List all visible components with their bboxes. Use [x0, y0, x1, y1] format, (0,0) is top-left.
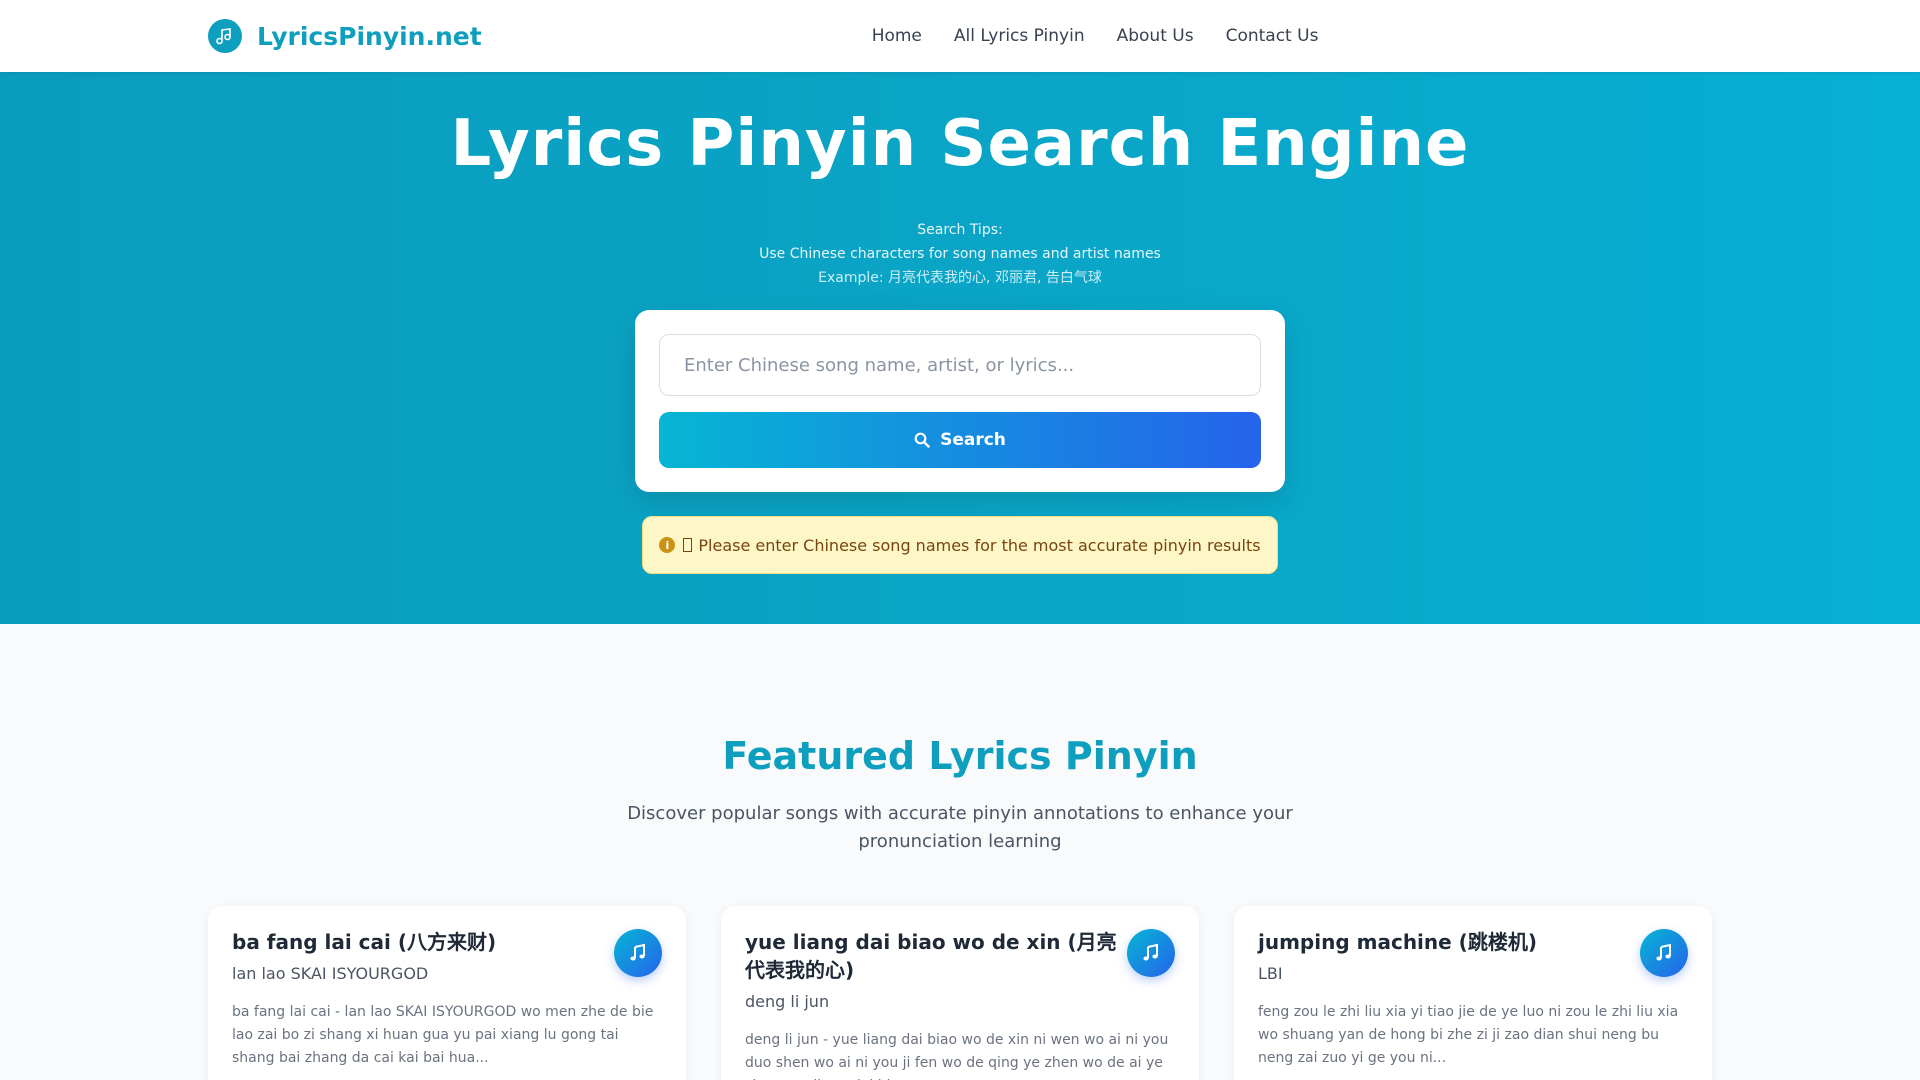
- song-artist: lan lao SKAI ISYOURGOD: [232, 964, 429, 983]
- nav-all-lyrics-pinyin[interactable]: All Lyrics Pinyin: [954, 26, 1085, 46]
- header-container: LyricsPinyin.net Home All Lyrics Pinyin …: [208, 0, 1712, 72]
- notice-text: Please enter Chinese song names for the …: [698, 535, 1261, 555]
- song-artist: LBI: [1258, 964, 1283, 983]
- song-card[interactable]: yue liang dai biao wo de xin (月亮代表我的心) d…: [721, 906, 1199, 1080]
- nav-about-us[interactable]: About Us: [1117, 26, 1194, 46]
- music-note-icon: [1127, 929, 1175, 977]
- nav-home[interactable]: Home: [872, 26, 922, 46]
- search-button[interactable]: Search: [659, 412, 1261, 468]
- site-logo[interactable]: LyricsPinyin.net: [208, 19, 482, 53]
- hero-title: Lyrics Pinyin Search Engine: [450, 107, 1470, 181]
- song-artist: deng li jun: [745, 992, 830, 1011]
- song-card[interactable]: jumping machine (跳楼机) LBI feng zou le zh…: [1234, 906, 1712, 1080]
- search-button-label: Search: [940, 430, 1006, 450]
- search-icon: [914, 432, 930, 448]
- song-excerpt: ba fang lai cai - lan lao SKAI ISYOURGOD…: [232, 1004, 654, 1066]
- featured-cards: ba fang lai cai (八方来财) lan lao SKAI ISYO…: [208, 906, 1712, 1080]
- song-excerpt: deng li jun - yue liang dai biao wo de x…: [745, 1032, 1169, 1080]
- missing-glyph-icon: [683, 538, 693, 552]
- search-box: Search: [635, 310, 1285, 492]
- song-excerpt: feng zou le zhi liu xia yi tiao jie de y…: [1258, 1004, 1679, 1066]
- song-title: yue liang dai biao wo de xin (月亮代表我的心): [745, 930, 1117, 982]
- song-title: jumping machine (跳楼机): [1258, 930, 1537, 954]
- tips-example: Example: 月亮代表我的心, 邓丽君, 告白气球: [818, 270, 1102, 286]
- info-icon: i: [659, 537, 676, 553]
- search-input[interactable]: [659, 334, 1261, 396]
- search-tips: Search Tips: Use Chinese characters for …: [0, 218, 1920, 290]
- featured-title: Featured Lyrics Pinyin: [722, 734, 1198, 778]
- tips-heading: Search Tips:: [917, 222, 1003, 238]
- featured-subtitle: Discover popular songs with accurate pin…: [627, 803, 1293, 852]
- nav-contact-us[interactable]: Contact Us: [1226, 26, 1319, 46]
- hero-section: Lyrics Pinyin Search Engine Search Tips:…: [0, 72, 1920, 624]
- site-header: LyricsPinyin.net Home All Lyrics Pinyin …: [0, 0, 1920, 72]
- notice-banner: i Please enter Chinese song names for th…: [642, 516, 1278, 574]
- music-note-icon: [614, 929, 662, 977]
- tips-line: Use Chinese characters for song names an…: [759, 246, 1161, 262]
- song-card[interactable]: ba fang lai cai (八方来财) lan lao SKAI ISYO…: [208, 906, 686, 1080]
- main-nav: Home All Lyrics Pinyin About Us Contact …: [872, 26, 1351, 46]
- music-note-icon: [1640, 929, 1688, 977]
- logo-text: LyricsPinyin.net: [257, 21, 482, 51]
- song-title: ba fang lai cai (八方来财): [232, 930, 497, 954]
- music-note-logo-icon: [208, 19, 242, 53]
- featured-section: Featured Lyrics Pinyin Discover popular …: [0, 624, 1920, 1080]
